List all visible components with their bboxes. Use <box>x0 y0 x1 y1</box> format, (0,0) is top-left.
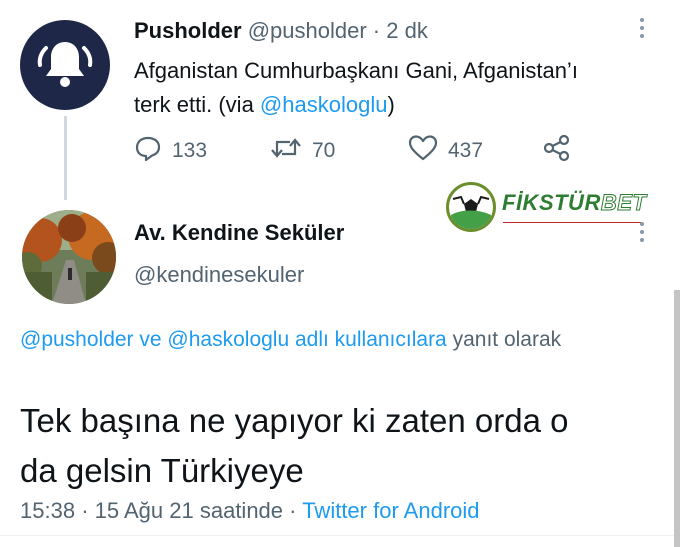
fiksturbet-logo-part2: BET <box>600 190 647 216</box>
fiksturbet-logo-part1: FİKSTÜR <box>502 190 601 215</box>
meta-separator-1: · <box>81 498 89 523</box>
bottom-divider <box>0 535 680 536</box>
reply-users-label[interactable]: adlı kullanıcılara <box>289 328 447 351</box>
meta-separator-2: · <box>289 498 297 523</box>
replying-to-line: @pusholder ve @haskologlu adlı kullanıcı… <box>20 324 660 356</box>
tweet1-text-line2-prefix: terk etti. (via <box>134 92 260 117</box>
reply-icon <box>134 134 172 168</box>
tweet1-separator: · <box>372 18 381 43</box>
reply-button[interactable]: 133 <box>134 134 207 168</box>
tweet2-source-link[interactable]: Twitter for Android <box>302 498 479 523</box>
tweet2-time[interactable]: 15:38 <box>20 498 75 523</box>
tweet2-author-handle[interactable]: @kendinesekuler <box>134 262 304 288</box>
heart-icon <box>408 134 448 168</box>
tweet1-timestamp[interactable]: 2 dk <box>386 18 428 43</box>
like-count: 437 <box>448 139 484 162</box>
tweet1-more-icon[interactable] <box>640 18 650 42</box>
retweet-count: 70 <box>312 139 336 162</box>
reply-mention-pusholder[interactable]: @pusholder <box>20 328 134 351</box>
tweet1-text-line2-suffix: ) <box>387 92 395 117</box>
fiksturbet-logo-underline <box>503 222 641 223</box>
kendinesekuler-avatar[interactable] <box>22 210 116 304</box>
autumn-road-photo <box>22 210 116 304</box>
thread-connector-line <box>64 116 67 200</box>
tweet2-date[interactable]: 15 Ağu 21 saatinde <box>95 498 283 523</box>
tweet2-text-line2: da gelsin Türkiyeye <box>20 452 304 489</box>
share-icon <box>542 134 572 168</box>
tweet1-header: Pusholder @pusholder · 2 dk <box>134 18 428 44</box>
tweet1-body: Afganistan Cumhurbaşkanı Gani, Afganista… <box>134 54 654 122</box>
share-button[interactable] <box>542 134 572 168</box>
reply-mention-haskologlu[interactable]: @haskologlu <box>167 328 289 351</box>
tweet1-author-name[interactable]: Pusholder <box>134 18 242 43</box>
fiksturbet-logo-text: FİKSTÜRBET <box>502 190 646 216</box>
pusholder-avatar[interactable] <box>20 20 110 110</box>
retweet-button[interactable]: 70 <box>270 134 335 168</box>
tweet1-mention-link[interactable]: @haskologlu <box>260 92 388 117</box>
tweet2-author-name[interactable]: Av. Kendine Seküler <box>134 220 344 246</box>
tweet2-body: Tek başına ne yapıyor ki zaten orda o da… <box>20 396 670 496</box>
tweet2-text-line1: Tek başına ne yapıyor ki zaten orda o <box>20 402 569 439</box>
reply-count: 133 <box>172 139 208 162</box>
scrollbar[interactable] <box>674 290 680 547</box>
tweet2-meta: 15:38 · 15 Ağu 21 saatinde · Twitter for… <box>20 498 480 524</box>
tweet1-author-handle[interactable]: @pusholder <box>248 18 367 43</box>
reply-tail-text: yanıt olarak <box>446 328 562 351</box>
like-button[interactable]: 437 <box>408 134 483 168</box>
bell-icon <box>37 42 93 87</box>
tweet1-text-line1: Afganistan Cumhurbaşkanı Gani, Afganista… <box>134 58 578 83</box>
tweet2-more-icon[interactable] <box>640 222 650 246</box>
fiksturbet-logo-ball <box>446 182 496 232</box>
reply-and: ve <box>133 328 168 351</box>
retweet-icon <box>270 134 312 168</box>
